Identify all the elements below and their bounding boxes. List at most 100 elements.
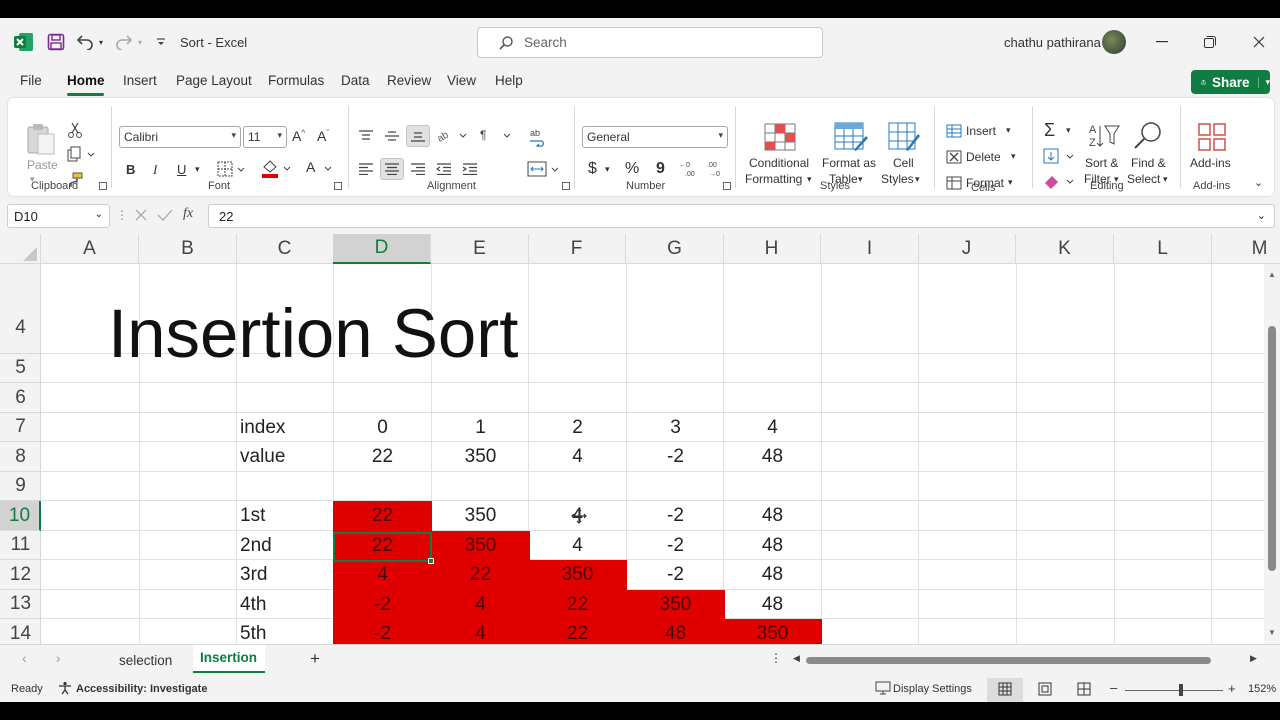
row-header-9[interactable]: 9 xyxy=(0,472,41,501)
cell-f12[interactable]: 350 xyxy=(528,560,627,590)
currency-button[interactable]: $ xyxy=(588,160,597,178)
vertical-scroll-thumb[interactable] xyxy=(1268,326,1276,571)
comma-button[interactable]: 9 xyxy=(656,160,665,178)
scroll-down-icon[interactable]: ▼ xyxy=(1268,628,1276,637)
tab-home[interactable]: Home xyxy=(67,73,105,88)
customize-toolbar-icon[interactable] xyxy=(153,33,169,51)
format-as-table-icon[interactable] xyxy=(834,122,868,152)
search-input[interactable]: Search xyxy=(477,27,823,58)
cell-styles-label-2[interactable]: Styles xyxy=(881,172,914,186)
tab-file[interactable]: File xyxy=(20,73,42,88)
borders-icon[interactable] xyxy=(217,161,247,177)
align-right-icon[interactable] xyxy=(408,161,428,177)
save-icon[interactable] xyxy=(46,32,66,52)
add-ins-label[interactable]: Add-ins xyxy=(1190,156,1231,170)
cell-c12[interactable]: 3rd xyxy=(236,560,334,590)
font-size-select[interactable]: 11 ▾ xyxy=(243,126,287,148)
font-family-select[interactable]: Calibri ▾ xyxy=(119,126,241,148)
row-header-7[interactable]: 7 xyxy=(0,413,41,442)
cell-f13[interactable]: 22 xyxy=(528,590,627,619)
number-format-select[interactable]: General ▾ xyxy=(582,126,728,148)
conditional-formatting-icon[interactable] xyxy=(764,122,796,152)
restore-icon[interactable] xyxy=(1198,32,1222,52)
active-cell-cursor[interactable] xyxy=(333,532,434,564)
column-header-c[interactable]: C xyxy=(236,234,334,264)
chevron-down-icon[interactable]: ▾ xyxy=(1011,151,1016,162)
row-header-13[interactable]: 13 xyxy=(0,590,41,619)
decrease-decimal-icon[interactable]: .00 →0 xyxy=(705,159,727,179)
cell-d13[interactable]: -2 xyxy=(333,590,432,619)
currency-dropdown-icon[interactable]: ▾ xyxy=(605,164,610,175)
zoom-slider-track[interactable] xyxy=(1125,690,1223,691)
merge-center-icon[interactable] xyxy=(527,160,561,178)
chevron-down-icon[interactable]: ▾ xyxy=(858,174,863,185)
cell-h11[interactable]: 48 xyxy=(723,531,822,560)
align-center-icon[interactable] xyxy=(380,158,404,180)
copy-icon[interactable] xyxy=(66,146,96,162)
paste-icon[interactable] xyxy=(26,122,56,156)
tab-help[interactable]: Help xyxy=(495,73,523,88)
cell-e12[interactable]: 22 xyxy=(431,560,530,590)
cell-h10[interactable]: 48 xyxy=(723,501,822,531)
underline-button[interactable]: U xyxy=(177,162,186,177)
tab-splitter-icon[interactable]: ⋮ xyxy=(770,651,782,665)
redo-icon[interactable] xyxy=(113,32,135,52)
clear-icon[interactable] xyxy=(1043,173,1077,191)
undo-dropdown-icon[interactable]: ▾ xyxy=(96,33,106,51)
column-header-b[interactable]: B xyxy=(139,234,237,264)
orientation-icon[interactable]: ab xyxy=(436,126,468,144)
cell-styles-icon[interactable] xyxy=(888,122,920,152)
expand-formula-icon[interactable]: ⌄ xyxy=(1257,209,1266,222)
cell-c14[interactable]: 5th xyxy=(236,619,334,644)
text-direction-icon[interactable]: ¶ xyxy=(478,126,512,144)
column-header-g[interactable]: G xyxy=(626,234,724,264)
cell-g7[interactable]: 3 xyxy=(626,413,725,442)
conditional-formatting-label[interactable]: Conditional xyxy=(749,156,809,170)
formula-input[interactable]: 22 ⌄ xyxy=(208,204,1275,228)
tab-data[interactable]: Data xyxy=(341,73,370,88)
tab-formulas[interactable]: Formulas xyxy=(268,73,324,88)
cell-f7[interactable]: 2 xyxy=(528,413,627,442)
select-all-corner[interactable] xyxy=(0,234,41,264)
fill-icon[interactable] xyxy=(1043,148,1077,166)
cell-e14[interactable]: 4 xyxy=(431,619,530,644)
share-dropdown-icon[interactable]: ▾ xyxy=(1258,76,1270,88)
bottom-align-icon[interactable] xyxy=(406,125,430,147)
cell-h13[interactable]: 48 xyxy=(723,590,822,619)
chevron-down-icon[interactable]: ▾ xyxy=(1006,125,1011,136)
cut-icon[interactable] xyxy=(66,122,84,138)
alignment-launcher-icon[interactable] xyxy=(562,182,570,190)
cell-e8[interactable]: 350 xyxy=(431,442,530,472)
cell-h14[interactable]: 350 xyxy=(723,619,822,644)
format-cells-icon[interactable] xyxy=(945,175,963,191)
top-align-icon[interactable] xyxy=(356,128,376,144)
chevron-down-icon[interactable]: ▾ xyxy=(915,174,920,185)
chevron-down-icon[interactable]: ▾ xyxy=(1163,174,1168,185)
row-header-5[interactable]: 5 xyxy=(0,354,41,383)
fill-handle[interactable] xyxy=(428,558,434,564)
undo-icon[interactable] xyxy=(74,32,96,52)
zoom-in-button[interactable]: + xyxy=(1228,681,1236,696)
row-header-4[interactable]: 4 xyxy=(0,264,41,354)
font-launcher-icon[interactable] xyxy=(334,182,342,190)
redo-dropdown-icon[interactable]: ▾ xyxy=(135,33,145,51)
cell-g11[interactable]: -2 xyxy=(626,531,725,560)
paste-label[interactable]: Paste xyxy=(27,158,58,172)
tab-review[interactable]: Review xyxy=(387,73,431,88)
font-color-icon[interactable]: A xyxy=(304,159,334,179)
share-button[interactable]: Share ▾ xyxy=(1191,70,1270,94)
add-ins-icon[interactable] xyxy=(1197,122,1227,152)
conditional-formatting-label-2[interactable]: Formatting xyxy=(745,172,802,186)
cell-e11[interactable]: 350 xyxy=(431,531,530,560)
clipboard-launcher-icon[interactable] xyxy=(99,182,107,190)
cell-h8[interactable]: 48 xyxy=(723,442,822,472)
delete-cells-label[interactable]: Delete xyxy=(966,150,1001,164)
increase-font-icon[interactable]: A^ xyxy=(292,128,305,144)
column-header-a[interactable]: A xyxy=(41,234,139,264)
scroll-right-icon[interactable]: ▶ xyxy=(1250,653,1257,664)
cell-f11[interactable]: 4 xyxy=(528,531,627,560)
zoom-slider-thumb[interactable] xyxy=(1179,684,1183,696)
cell-f8[interactable]: 4 xyxy=(528,442,627,472)
cell-g12[interactable]: -2 xyxy=(626,560,725,590)
delete-cells-icon[interactable] xyxy=(945,149,963,165)
